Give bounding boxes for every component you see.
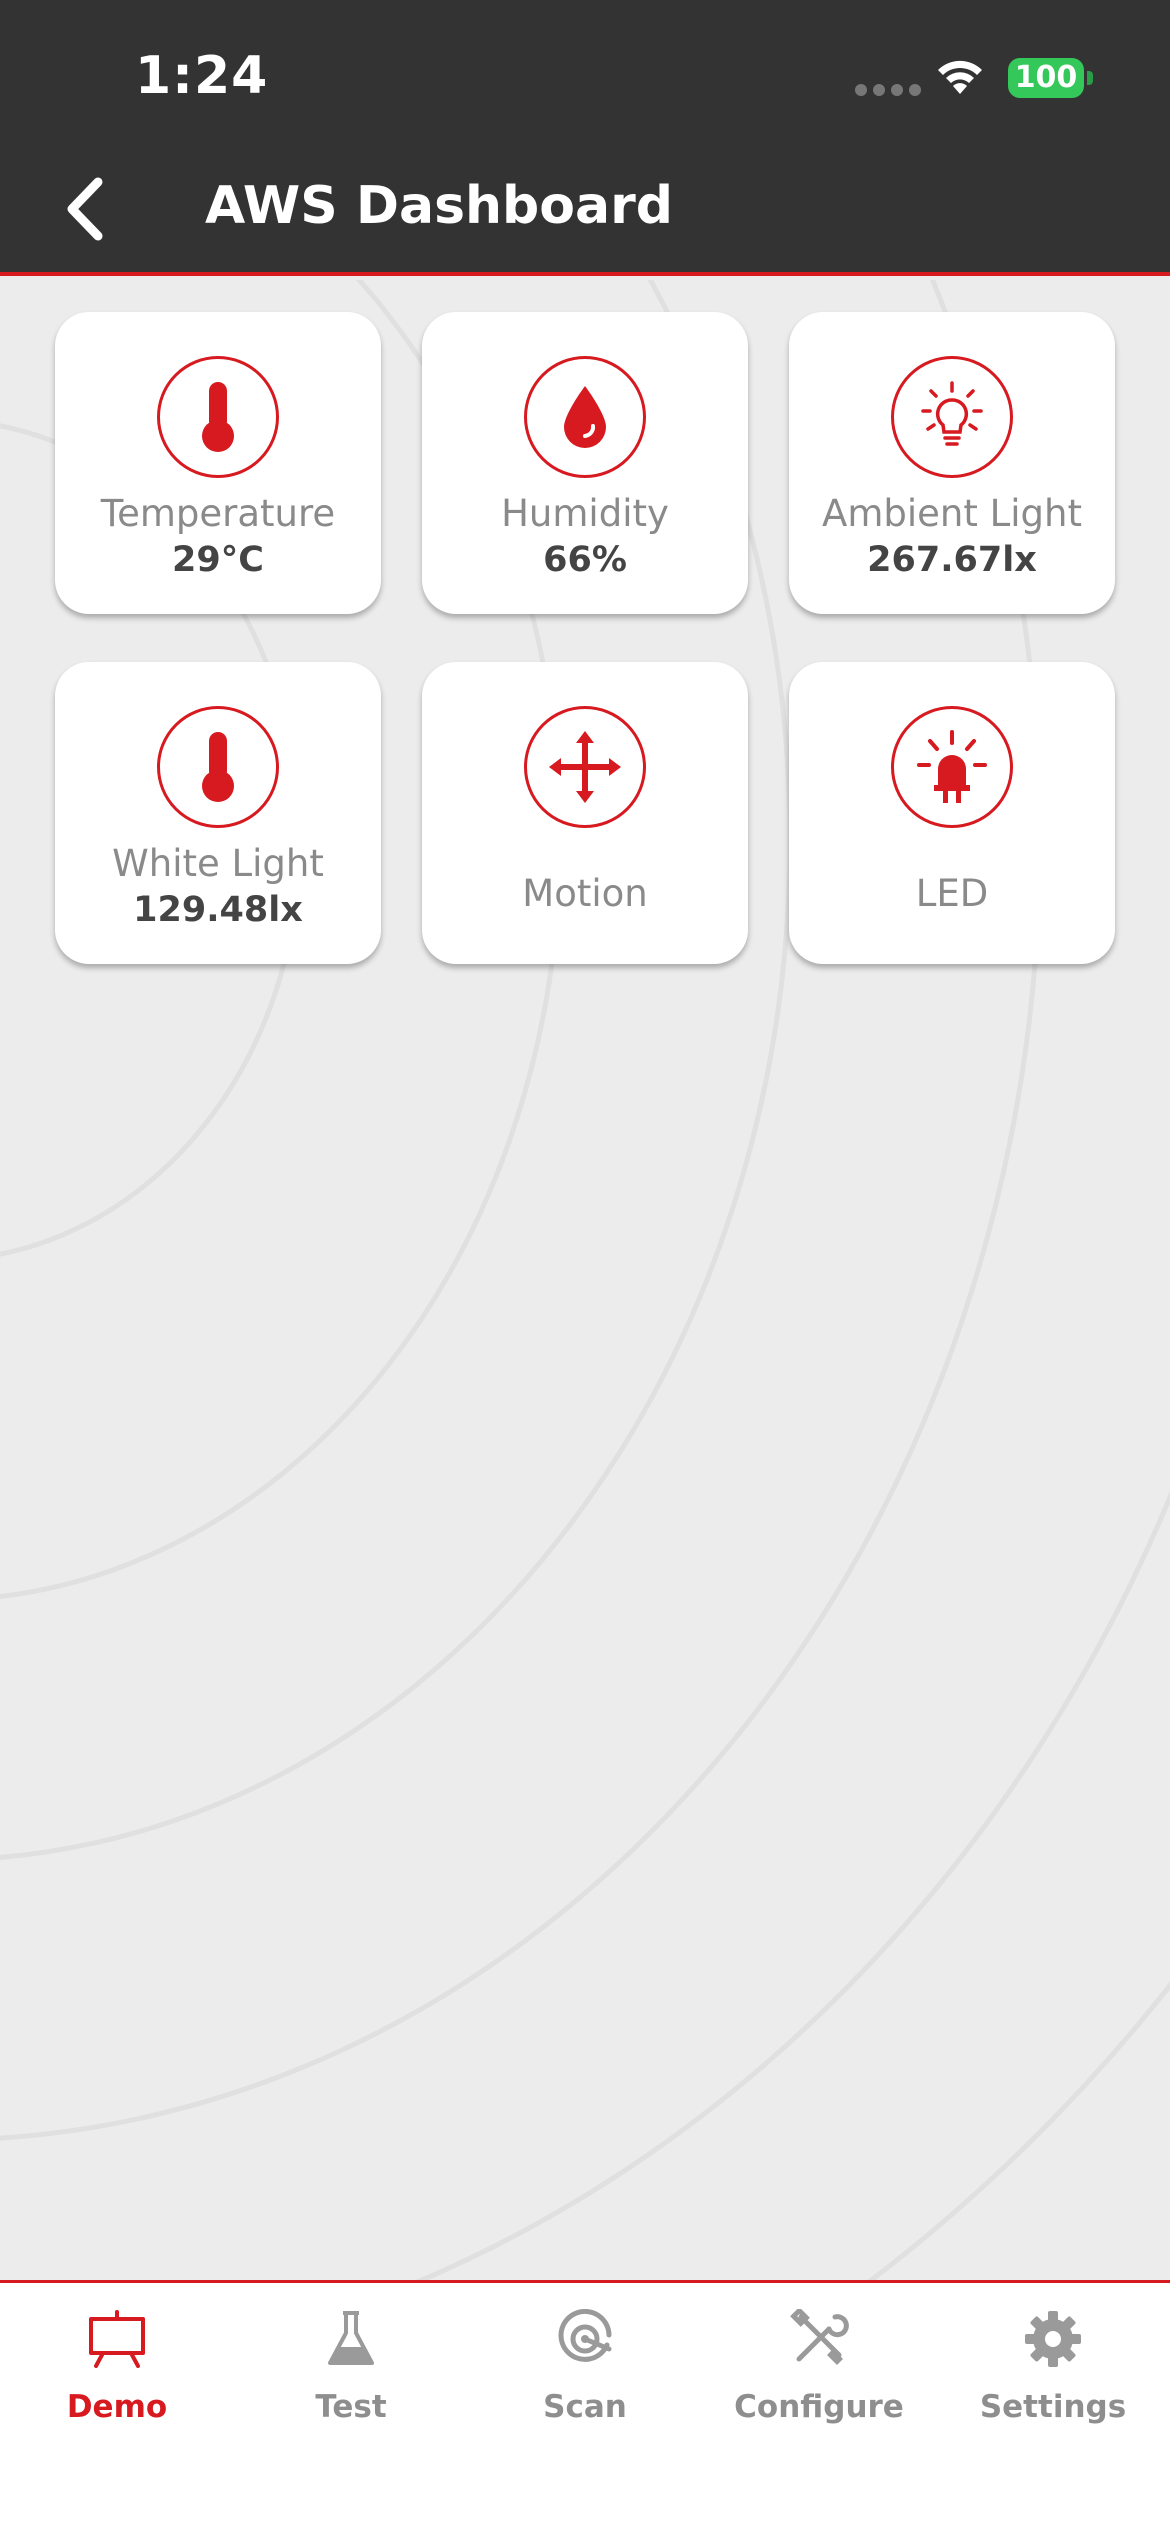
tile-motion[interactable]: Motion bbox=[422, 662, 748, 964]
move-arrows-icon bbox=[524, 706, 646, 828]
cellular-signal-icon bbox=[855, 84, 921, 96]
tile-value: 129.48lx bbox=[133, 890, 303, 930]
tile-value: 66% bbox=[543, 540, 627, 580]
tile-value: 267.67lx bbox=[867, 540, 1037, 580]
tab-label: Scan bbox=[543, 2389, 627, 2425]
nav-header: AWS Dashboard bbox=[0, 140, 1170, 276]
back-button[interactable] bbox=[58, 174, 118, 244]
flask-icon bbox=[328, 2311, 374, 2365]
tab-bar: Demo Test Scan Configure Settings bbox=[0, 2280, 1170, 2532]
wifi-icon bbox=[938, 60, 982, 94]
lightbulb-icon bbox=[891, 356, 1013, 478]
gear-icon bbox=[1025, 2311, 1081, 2367]
status-time: 1:24 bbox=[135, 46, 269, 106]
tile-label: Temperature bbox=[100, 492, 336, 535]
tab-label: Configure bbox=[734, 2389, 904, 2425]
presentation-board-icon bbox=[89, 2310, 145, 2368]
tile-label: Ambient Light bbox=[822, 492, 1082, 535]
tile-value: 29°C bbox=[172, 540, 264, 580]
status-bar: 1:24 100 bbox=[0, 0, 1170, 140]
tab-scan[interactable]: Scan bbox=[468, 2283, 702, 2443]
tile-ambient-light[interactable]: Ambient Light 267.67lx bbox=[789, 312, 1115, 614]
tab-demo[interactable]: Demo bbox=[0, 2283, 234, 2443]
scan-target-icon bbox=[558, 2309, 612, 2362]
thermometer-icon bbox=[157, 356, 279, 478]
tile-label: White Light bbox=[112, 842, 324, 885]
tile-temperature[interactable]: Temperature 29°C bbox=[55, 312, 381, 614]
tab-configure[interactable]: Configure bbox=[702, 2283, 936, 2443]
tile-led[interactable]: LED bbox=[789, 662, 1115, 964]
droplet-icon bbox=[524, 356, 646, 478]
tile-white-light[interactable]: White Light 129.48lx bbox=[55, 662, 381, 964]
tab-test[interactable]: Test bbox=[234, 2283, 468, 2443]
tab-settings[interactable]: Settings bbox=[936, 2283, 1170, 2443]
tab-label: Test bbox=[315, 2389, 387, 2425]
battery-cap bbox=[1087, 71, 1093, 85]
tile-label: Humidity bbox=[501, 492, 669, 535]
tile-humidity[interactable]: Humidity 66% bbox=[422, 312, 748, 614]
tile-label: LED bbox=[915, 872, 989, 915]
page-title: AWS Dashboard bbox=[205, 176, 673, 236]
thermometer-icon bbox=[157, 706, 279, 828]
tab-label: Demo bbox=[66, 2389, 168, 2425]
tab-label: Settings bbox=[979, 2389, 1127, 2425]
led-icon bbox=[891, 706, 1013, 828]
tools-icon bbox=[790, 2309, 849, 2365]
tile-label: Motion bbox=[522, 872, 648, 915]
battery-indicator: 100 bbox=[1008, 58, 1084, 98]
